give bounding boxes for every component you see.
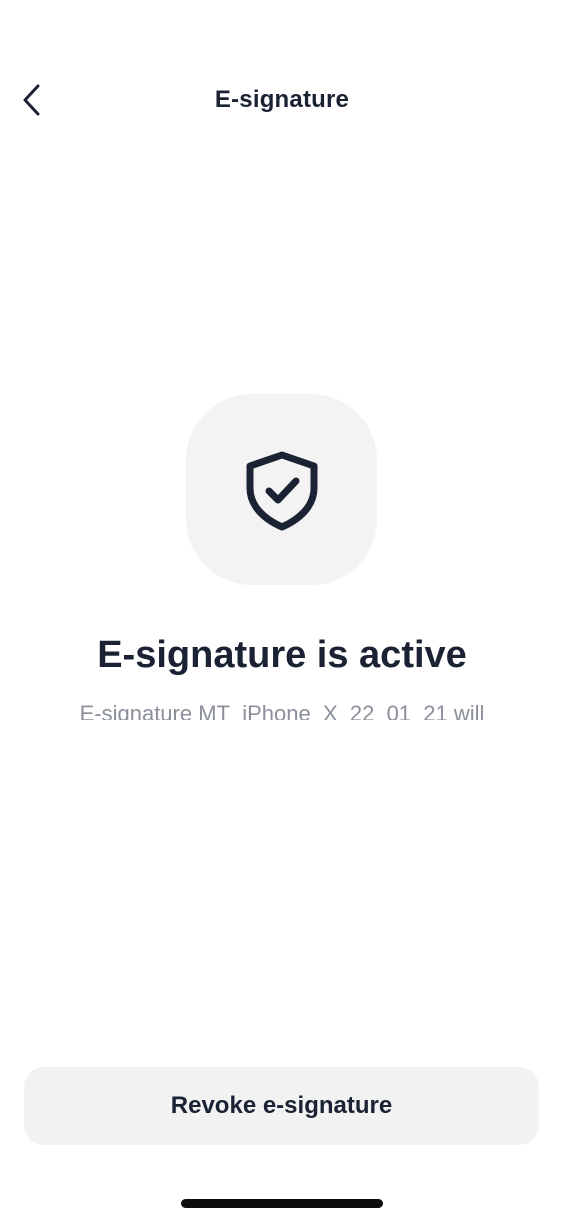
navigation-bar: E-signature (0, 68, 564, 132)
status-description: E-signature MT_iPhone_X_22_01_21 will (79, 701, 485, 720)
status-icon-tile (186, 394, 377, 585)
shield-check-icon (246, 451, 317, 530)
page-title: E-signature (214, 86, 350, 113)
status-description-container: E-signature MT_iPhone_X_22_01_21 will (0, 698, 564, 720)
revoke-e-signature-button[interactable]: Revoke e-signature (24, 1067, 539, 1145)
home-indicator (181, 1199, 383, 1208)
status-title: E-signature is active (97, 634, 467, 676)
